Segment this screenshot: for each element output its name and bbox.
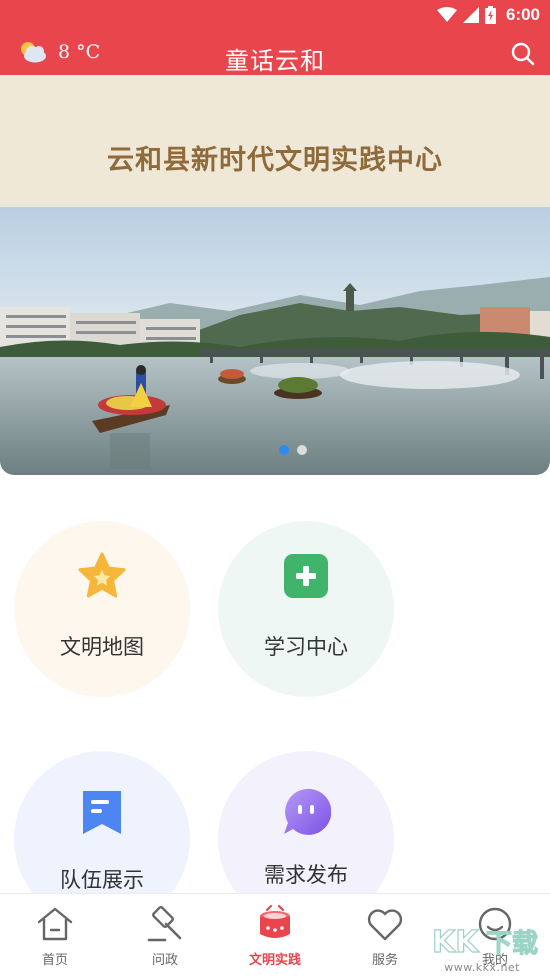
battery-icon [484,6,496,24]
status-icons: 6:00 [436,4,540,26]
heart-icon [367,909,403,941]
feature-label: 队伍展示 [60,868,144,892]
nav-label: 首页 [41,953,68,968]
feature-label: 学习中心 [264,635,348,659]
wifi-icon [436,7,457,22]
carousel-dot-1[interactable] [279,445,289,455]
drum-icon [260,904,290,938]
banner-carousel[interactable] [0,207,550,475]
carousel-dot-2[interactable] [297,445,307,455]
nav-label: 服务 [371,953,398,968]
chat-bubble-icon [284,788,331,835]
status-time: 6:00 [505,5,540,24]
gavel-icon [147,906,182,942]
banner-header: 云和县新时代文明实践中心 [0,75,550,207]
app-header: 8 °C 童话云和 [0,30,550,75]
lake-town-image [0,207,550,475]
nav-item-civilization-practice[interactable]: 文明实践 [220,894,330,978]
bottom-nav: 首页 问政 文明实践 服务 我的 [0,893,550,978]
feature-civilization-map[interactable]: 文明地图 [14,521,190,697]
status-bar: 6:00 [0,0,550,30]
feature-label: 文明地图 [60,635,144,659]
nav-label: 问政 [151,953,178,968]
carousel-indicator [279,445,307,455]
star-icon [78,552,126,598]
plus-icon [284,554,328,598]
bookmark-icon [83,791,121,834]
feature-learning-center[interactable]: 学习中心 [218,521,394,697]
signal-icon [462,7,479,23]
nav-label: 我的 [481,953,508,968]
nav-item-home[interactable]: 首页 [0,894,110,978]
nav-item-inquiry[interactable]: 问政 [110,894,220,978]
home-icon [37,907,73,941]
nav-item-service[interactable]: 服务 [330,894,440,978]
nav-item-profile[interactable]: 我的 [440,894,550,978]
banner-title: 云和县新时代文明实践中心 [107,145,443,176]
nav-label: 文明实践 [248,953,301,968]
feature-label: 需求发布 [264,863,348,887]
app-title: 童话云和 [225,47,325,75]
search-icon[interactable] [510,41,536,67]
smile-icon [478,907,512,941]
app-screen: 6:00 8 °C 童话云和 云和县新时代文明实践中心 文明地图 学习中心 队伍… [0,0,550,978]
